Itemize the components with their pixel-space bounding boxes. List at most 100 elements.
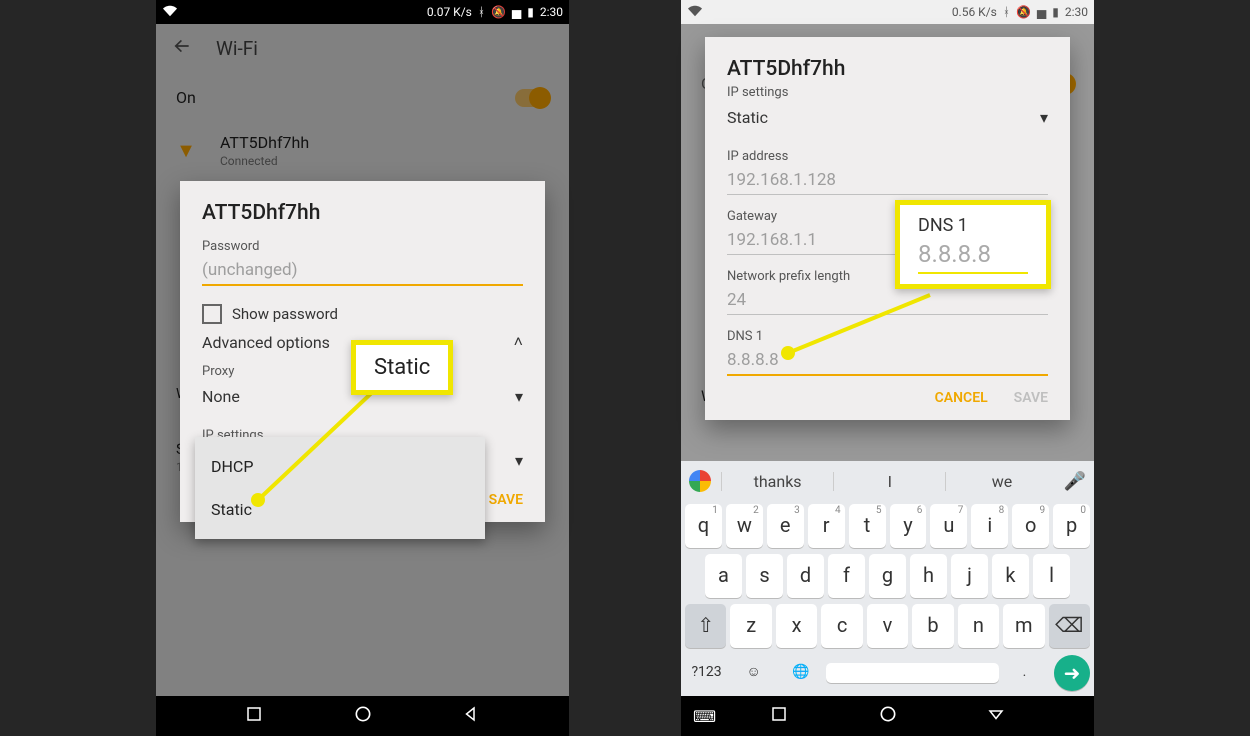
key-r[interactable]: 4r — [808, 504, 845, 548]
key-o[interactable]: 9o — [1012, 504, 1049, 548]
key-enter[interactable]: ➜ — [1054, 655, 1090, 691]
key-emoji[interactable]: ☺ — [732, 654, 775, 691]
key-s[interactable]: s — [746, 554, 783, 598]
nav-back-icon[interactable] — [462, 705, 480, 727]
password-input[interactable]: (unchanged) — [202, 254, 523, 286]
cancel-button[interactable]: CANCEL — [935, 390, 988, 406]
ip-address-input[interactable]: 192.168.1.128 — [727, 164, 1048, 195]
keyboard-toggle-icon[interactable]: ⌨ — [693, 707, 716, 726]
key-n[interactable]: n — [958, 604, 999, 648]
callout-dns1-label: DNS 1 — [918, 215, 1028, 236]
proxy-value: None — [202, 387, 240, 406]
suggestion-bar: thanks I we 🎤 — [681, 461, 1094, 501]
key-i[interactable]: 8i — [971, 504, 1008, 548]
dialog-title: ATT5Dhf7hh — [727, 57, 1048, 81]
dns1-input[interactable]: 8.8.8.8 — [727, 344, 1048, 376]
key-a[interactable]: a — [705, 554, 742, 598]
key-g[interactable]: g — [869, 554, 906, 598]
kb-row3: ⇧ z x c v b n m ⌫ — [681, 601, 1094, 651]
key-q[interactable]: 1q — [685, 504, 722, 548]
chevron-up-icon: ˄ — [514, 332, 523, 352]
callout-static-text: Static — [374, 355, 430, 380]
nav-bar: ⌨ — [681, 696, 1094, 736]
key-f[interactable]: f — [828, 554, 865, 598]
save-button[interactable]: SAVE — [489, 492, 523, 508]
key-c[interactable]: c — [821, 604, 862, 648]
key-backspace[interactable]: ⌫ — [1049, 604, 1090, 648]
net-speed: 0.07 K/s — [427, 5, 472, 19]
sugg-1[interactable]: thanks — [721, 472, 833, 491]
mic-icon[interactable]: 🎤 — [1064, 471, 1086, 492]
ip-option-static[interactable]: Static — [195, 488, 485, 531]
ip-address-label: IP address — [727, 149, 1048, 164]
nav-recent-icon[interactable] — [770, 705, 788, 727]
key-t[interactable]: 5t — [849, 504, 886, 548]
checkbox-icon[interactable] — [202, 304, 222, 324]
nav-bar — [156, 696, 569, 736]
show-password-row[interactable]: Show password — [202, 304, 523, 324]
bluetooth-icon: ᚼ — [478, 5, 485, 19]
nav-home-icon[interactable] — [878, 704, 898, 728]
ip-settings-value: Static — [727, 108, 768, 127]
key-l[interactable]: l — [1033, 554, 1070, 598]
kb-row4: ?123 ☺ 🌐 . ➜ — [681, 651, 1094, 694]
sugg-3[interactable]: we — [945, 472, 1057, 491]
key-globe[interactable]: 🌐 — [779, 655, 822, 691]
wifi-icon — [687, 4, 703, 21]
key-e[interactable]: 3e — [767, 504, 804, 548]
kb-row2: a s d f g h j k l — [681, 551, 1094, 601]
key-j[interactable]: j — [951, 554, 988, 598]
nav-recent-icon[interactable] — [245, 705, 263, 727]
wifi-icon — [162, 4, 178, 21]
kb-row1: 1q 2w 3e 4r 5t 6y 7u 8i 9o 0p — [681, 501, 1094, 551]
clock: 2:30 — [540, 5, 563, 19]
dns1-label: DNS 1 — [727, 329, 1048, 344]
key-z[interactable]: z — [730, 604, 771, 648]
key-period[interactable]: . — [1003, 655, 1046, 691]
battery-icon: ▮ — [1052, 5, 1059, 19]
callout-static: Static — [351, 340, 453, 395]
show-password-label: Show password — [232, 305, 338, 323]
signal-icon: ▅ — [512, 5, 521, 19]
clock: 2:30 — [1065, 5, 1088, 19]
key-b[interactable]: b — [912, 604, 953, 648]
key-p[interactable]: 0p — [1053, 504, 1090, 548]
mute-icon: 🔕 — [491, 5, 506, 19]
status-bar: 0.07 K/s ᚼ 🔕 ▅ ▮ 2:30 — [156, 0, 569, 24]
key-space[interactable] — [826, 663, 999, 683]
key-u[interactable]: 7u — [930, 504, 967, 548]
signal-icon: ▅ — [1037, 5, 1046, 19]
key-numbers[interactable]: ?123 — [685, 655, 728, 691]
google-icon[interactable] — [689, 470, 711, 492]
dialog-title: ATT5Dhf7hh — [202, 201, 523, 225]
key-m[interactable]: m — [1003, 604, 1044, 648]
status-bar: 0.56 K/s ᚼ 🔕 ▅ ▮ 2:30 — [681, 0, 1094, 24]
advanced-label: Advanced options — [202, 333, 330, 352]
caret-down-icon: ▾ — [515, 387, 523, 406]
key-y[interactable]: 6y — [890, 504, 927, 548]
dialog-actions: CANCEL SAVE — [727, 390, 1048, 406]
ip-option-dhcp[interactable]: DHCP — [195, 445, 485, 488]
sugg-2[interactable]: I — [833, 472, 945, 491]
key-x[interactable]: x — [776, 604, 817, 648]
nav-home-icon[interactable] — [353, 704, 373, 728]
net-speed: 0.56 K/s — [952, 5, 997, 19]
caret-down-icon: ▾ — [1040, 108, 1048, 127]
key-d[interactable]: d — [787, 554, 824, 598]
key-k[interactable]: k — [992, 554, 1029, 598]
caret-down-icon: ▾ — [515, 451, 523, 470]
callout-dns1-value: 8.8.8.8 — [918, 240, 1028, 274]
key-w[interactable]: 2w — [726, 504, 763, 548]
nav-back-icon[interactable] — [987, 705, 1005, 727]
callout-dns1: DNS 1 8.8.8.8 — [895, 200, 1051, 289]
battery-icon: ▮ — [527, 5, 534, 19]
key-v[interactable]: v — [867, 604, 908, 648]
ip-settings-label: IP settings — [727, 85, 1048, 100]
key-h[interactable]: h — [910, 554, 947, 598]
mute-icon: 🔕 — [1016, 5, 1031, 19]
password-label: Password — [202, 239, 523, 254]
ip-settings-dropdown[interactable]: Static ▾ — [727, 100, 1048, 135]
save-button[interactable]: SAVE — [1014, 390, 1048, 406]
key-shift[interactable]: ⇧ — [685, 604, 726, 648]
bluetooth-icon: ᚼ — [1003, 5, 1010, 19]
